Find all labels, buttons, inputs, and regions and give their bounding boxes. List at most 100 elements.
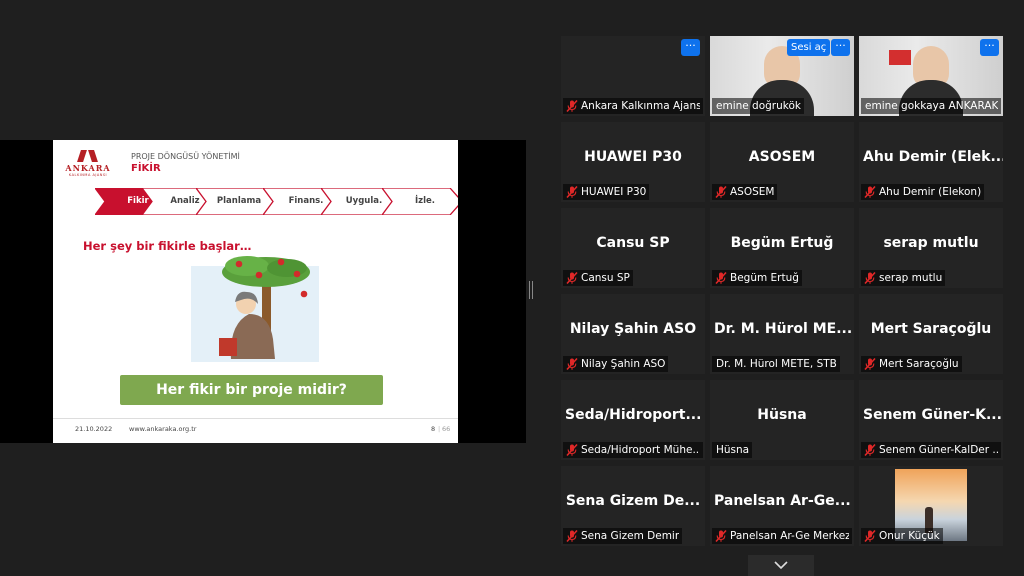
mic-muted-icon: [864, 271, 876, 285]
participant-tile[interactable]: Onur Küçük: [859, 466, 1003, 546]
participant-tile[interactable]: Hüsna Hüsna: [710, 380, 854, 460]
participant-tile[interactable]: Nilay Şahin ASO Nilay Şahin ASO: [561, 294, 705, 374]
logo-subtitle: KALKINMA AJANSI: [68, 173, 108, 177]
participant-name-label: Onur Küçük: [861, 528, 943, 544]
footer-url: www.ankaraka.org.tr: [129, 425, 197, 433]
participant-name: Panelsan Ar-Ge Merkezi: [730, 530, 849, 542]
participant-name-label: Panelsan Ar-Ge Merkezi: [712, 528, 852, 544]
participant-name-label: Sena Gizem Demir: [563, 528, 683, 544]
participant-tile[interactable]: ASOSEM ASOSEM: [710, 122, 854, 202]
participant-name: Senem Güner-KalDer ...: [879, 444, 998, 456]
participant-name: Ankara Kalkınma Ajansı: [581, 100, 700, 112]
mic-muted-icon: [566, 271, 578, 285]
participant-name-label: HUAWEI P30: [563, 184, 650, 200]
slide-motto: Her şey bir fikirle başlar…: [83, 239, 252, 253]
slide-header-subtitle: FİKİR: [131, 163, 161, 174]
participant-name: Seda/Hidroport Mühe...: [581, 444, 700, 456]
mic-muted-icon: [715, 529, 727, 543]
mic-muted-icon: [864, 529, 876, 543]
unmute-button[interactable]: Sesi aç: [787, 39, 831, 56]
page-number: 8: [431, 425, 436, 433]
participant-tile[interactable]: Begüm Ertuğ Begüm Ertuğ: [710, 208, 854, 288]
gallery-toggle-button[interactable]: [748, 555, 814, 576]
logo-name: ANKARA: [65, 163, 111, 173]
splitter-handle[interactable]: [529, 281, 533, 299]
participant-display-name: Dr. M. Hürol ME...: [714, 321, 853, 337]
shared-screen[interactable]: ANKARA KALKINMA AJANSI PROJE DÖNGÜSÜ YÖN…: [0, 140, 526, 443]
participant-tile[interactable]: Panelsan Ar-Ge... Panelsan Ar-Ge Merkezi: [710, 466, 854, 546]
footer-date: 21.10.2022: [75, 425, 113, 433]
more-options-button[interactable]: ···: [980, 39, 999, 56]
more-options-button[interactable]: ···: [681, 39, 700, 56]
participant-tile[interactable]: emine gokkaya ANKARAKA ···: [859, 36, 1003, 116]
participant-name-label: ASOSEM: [712, 184, 778, 200]
mic-muted-icon: [864, 357, 876, 371]
mic-muted-icon: [566, 529, 578, 543]
participant-tile[interactable]: emine doğrukök ··· Sesi aç: [710, 36, 854, 116]
flag-icon: [889, 50, 911, 65]
chevron-down-icon: [774, 561, 788, 570]
participant-display-name: Panelsan Ar-Ge...: [714, 493, 851, 509]
participant-name-label: emine doğrukök: [712, 98, 804, 114]
logo-mark-icon: [75, 150, 101, 162]
participant-name-label: Mert Saraçoğlu: [861, 356, 962, 372]
participant-display-name: Sena Gizem De...: [565, 493, 701, 509]
participant-name: Ahu Demir (Elekon): [879, 186, 982, 198]
participant-tile[interactable]: HUAWEI P30 HUAWEI P30: [561, 122, 705, 202]
participant-name-label: Ankara Kalkınma Ajansı: [563, 98, 703, 114]
slide-header-title: PROJE DÖNGÜSÜ YÖNETİMİ: [131, 152, 240, 161]
participant-display-name: HUAWEI P30: [584, 149, 682, 165]
participant-display-name: Begüm Ertuğ: [730, 235, 834, 251]
page-separator-icon: |: [438, 425, 441, 433]
participant-tile[interactable]: Dr. M. Hürol ME... Dr. M. Hürol METE, STB: [710, 294, 854, 374]
participant-display-name: Mert Saraçoğlu: [870, 321, 992, 337]
mic-muted-icon: [566, 443, 578, 457]
participant-name-label: serap mutlu: [861, 270, 946, 286]
participant-tile[interactable]: serap mutlu serap mutlu: [859, 208, 1003, 288]
presentation-slide: ANKARA KALKINMA AJANSI PROJE DÖNGÜSÜ YÖN…: [53, 140, 458, 443]
participant-name: Sena Gizem Demir: [581, 530, 680, 542]
participant-name-label: Nilay Şahin ASO: [563, 356, 669, 372]
more-options-button[interactable]: ···: [831, 39, 850, 56]
participant-display-name: Senem Güner-K...: [863, 407, 1002, 423]
participant-name: Dr. M. Hürol METE, STB: [716, 358, 837, 370]
participant-name-label: Dr. M. Hürol METE, STB: [712, 356, 840, 372]
footer-divider: [53, 418, 458, 419]
mic-muted-icon: [566, 185, 578, 199]
participant-display-name: serap mutlu: [883, 235, 979, 251]
participant-name: Onur Küçük: [879, 530, 940, 542]
mic-muted-icon: [864, 443, 876, 457]
participant-tile[interactable]: Ahu Demir (Elek... Ahu Demir (Elekon): [859, 122, 1003, 202]
question-text: Her fikir bir proje midir?: [156, 382, 347, 398]
participant-name: HUAWEI P30: [581, 186, 647, 198]
participant-name: Nilay Şahin ASO: [581, 358, 666, 370]
participant-display-name: ASOSEM: [748, 149, 816, 165]
participant-name: ASOSEM: [730, 186, 775, 198]
participant-name-label: Begüm Ertuğ: [712, 270, 802, 286]
participant-name: emine gokkaya ANKARAKA: [865, 100, 998, 112]
participant-tile[interactable]: Senem Güner-K... Senem Güner-KalDer ...: [859, 380, 1003, 460]
participant-tile[interactable]: Mert Saraçoğlu Mert Saraçoğlu: [859, 294, 1003, 374]
ankara-logo: ANKARA KALKINMA AJANSI: [63, 150, 113, 177]
question-banner: Her fikir bir proje midir?: [120, 375, 383, 405]
participant-tile[interactable]: Cansu SP Cansu SP: [561, 208, 705, 288]
participant-tile[interactable]: Seda/Hidroport... Seda/Hidroport Mühe...: [561, 380, 705, 460]
participant-name: Mert Saraçoğlu: [879, 358, 959, 370]
participant-name: serap mutlu: [879, 272, 943, 284]
participant-name-label: Hüsna: [712, 442, 753, 458]
participant-tile[interactable]: Sena Gizem De... Sena Gizem Demir: [561, 466, 705, 546]
process-step-label: İzle.: [414, 196, 436, 206]
participant-name: Cansu SP: [581, 272, 630, 284]
page-total: 66: [442, 425, 451, 433]
participant-display-name: Seda/Hidroport...: [565, 407, 702, 423]
participant-tile[interactable]: Ankara Kalkınma Ajansı ···: [561, 36, 705, 116]
mic-muted-icon: [864, 185, 876, 199]
participant-display-name: Hüsna: [757, 407, 807, 423]
newton-apple-tree-illustration: [191, 256, 319, 362]
process-step: İzle.: [382, 188, 458, 215]
participant-name: Hüsna: [716, 444, 750, 456]
participant-name-label: Ahu Demir (Elekon): [861, 184, 985, 200]
participant-name-label: Cansu SP: [563, 270, 633, 286]
participant-display-name: Ahu Demir (Elek...: [863, 149, 1003, 165]
participant-display-name: Nilay Şahin ASO: [569, 321, 697, 337]
